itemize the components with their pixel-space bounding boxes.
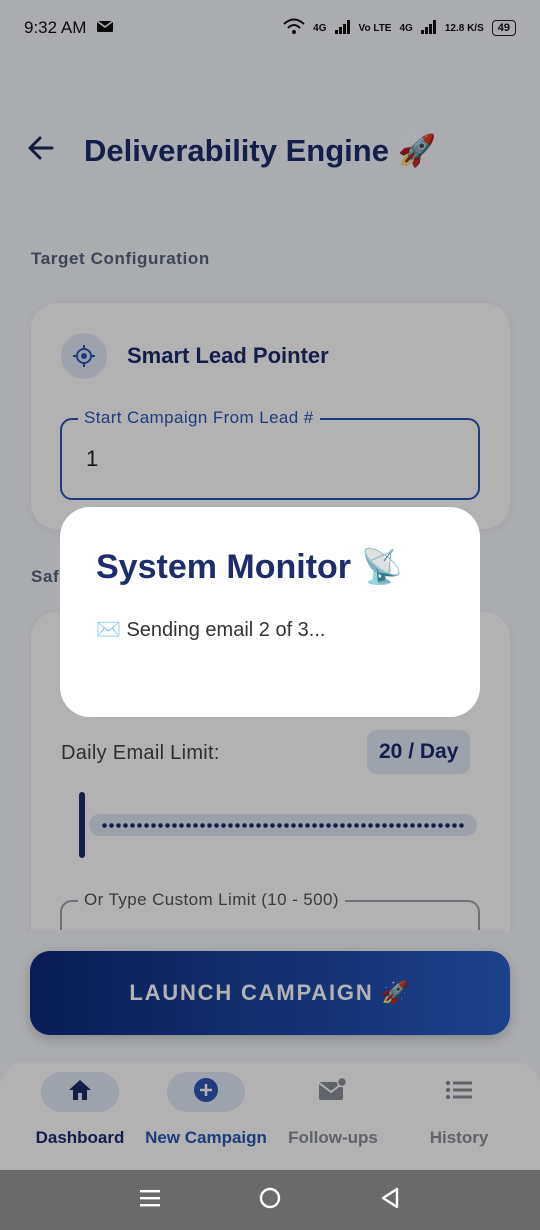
system-nav-bar [0,1170,540,1230]
system-monitor-dialog: System Monitor 📡 ✉️ Sending email 2 of 3… [60,507,480,717]
dialog-message: ✉️ Sending email 2 of 3... [96,619,326,641]
back-nav-icon[interactable] [379,1186,401,1215]
dialog-title: System Monitor 📡 [96,548,403,586]
home-nav-icon[interactable] [258,1186,282,1215]
recents-icon[interactable] [139,1188,161,1213]
